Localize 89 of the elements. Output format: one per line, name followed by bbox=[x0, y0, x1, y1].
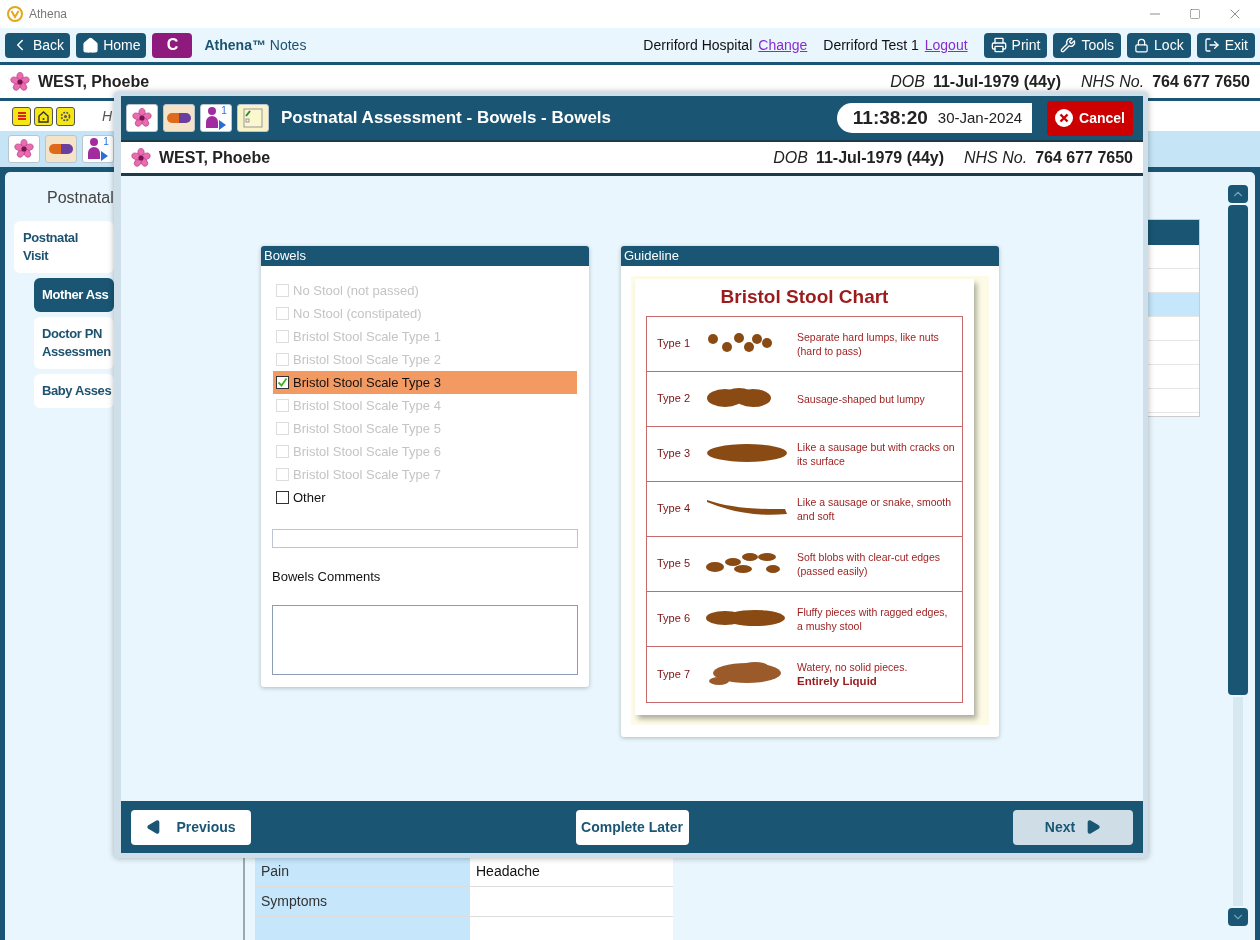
settings-icon[interactable] bbox=[56, 106, 75, 126]
next-button: Next bbox=[1013, 809, 1133, 845]
exit-button[interactable]: Exit bbox=[1196, 32, 1255, 58]
type-description: Soft blobs with clear-cut edges (passed easily) bbox=[797, 549, 941, 578]
module-button[interactable]: C bbox=[152, 32, 193, 58]
comments-label: Bowels Comments bbox=[272, 568, 382, 586]
dob-label: DOB bbox=[890, 71, 925, 92]
lock-button[interactable]: Lock bbox=[1127, 32, 1191, 58]
app-logo-icon bbox=[7, 6, 23, 22]
flower-icon bbox=[10, 71, 30, 92]
type-description: Like a sausage but with cracks on its surface bbox=[797, 439, 955, 468]
previous-button[interactable]: Previous bbox=[131, 809, 251, 845]
current-time: 11:38:20 bbox=[852, 105, 928, 130]
dob-value: 11-Jul-1979 (44y) bbox=[815, 147, 944, 168]
type-description: Sausage-shaped but lumpy bbox=[797, 391, 926, 406]
panel-header: Bowels bbox=[261, 246, 589, 266]
user-name: Derriford Test 1 bbox=[823, 35, 919, 55]
flower-icon bbox=[132, 108, 152, 128]
checkbox[interactable] bbox=[276, 376, 289, 389]
type-description: Like a sausage or snake, smooth and soft bbox=[797, 494, 953, 523]
hospital-name: Derriford Hospital bbox=[643, 35, 753, 55]
checkbox-option[interactable]: Other bbox=[273, 486, 577, 509]
notepad-icon bbox=[242, 107, 264, 129]
print-icon bbox=[990, 37, 1007, 53]
modal-title: Postnatal Assessment - Bowels - Bowels bbox=[281, 107, 612, 130]
scrollbar-thumb[interactable] bbox=[1228, 205, 1248, 695]
type-label: Type 2 bbox=[657, 391, 692, 407]
nhs-value: 764 677 7650 bbox=[1152, 71, 1250, 92]
row-value: Headache bbox=[476, 862, 540, 881]
chart-title: Bristol Stool Chart bbox=[720, 285, 889, 309]
row-label: Pain bbox=[261, 862, 290, 881]
app-name: Athena™ Notes bbox=[204, 35, 307, 55]
scroll-down-button[interactable] bbox=[1228, 908, 1248, 926]
capsule-icon bbox=[166, 112, 192, 124]
type-description: Fluffy pieces with ragged edges, a mushy stool bbox=[797, 604, 949, 633]
type-description: Separate hard lumps, like nuts (hard to pass) bbox=[797, 329, 940, 358]
dob-value: 11-Jul-1979 (44y) bbox=[932, 71, 1061, 92]
type-label: Type 5 bbox=[657, 556, 692, 572]
icon-count-label: 1 bbox=[103, 137, 109, 147]
nhs-label: NHS No. bbox=[964, 147, 1028, 168]
nav-item[interactable]: Mother Ass bbox=[34, 278, 114, 312]
nav-item[interactable]: Postnatal Visit bbox=[14, 221, 114, 273]
tools-button[interactable]: Tools bbox=[1053, 32, 1122, 58]
exit-icon bbox=[1203, 37, 1220, 53]
checkbox[interactable] bbox=[276, 491, 289, 504]
person-arrow-icon bbox=[205, 106, 228, 130]
type-label: Type 6 bbox=[657, 611, 692, 627]
close-icon bbox=[1055, 109, 1074, 127]
alert-icon[interactable] bbox=[12, 106, 31, 126]
complete-later-button[interactable]: Complete Later bbox=[575, 809, 689, 845]
nhs-label: NHS No. bbox=[1081, 71, 1145, 92]
nav-item[interactable]: Doctor PN Assessmen bbox=[34, 317, 114, 369]
change-link[interactable]: Change bbox=[758, 34, 808, 56]
home-button[interactable]: Home bbox=[76, 32, 147, 58]
maximize-icon[interactable] bbox=[1189, 8, 1201, 20]
flower-icon bbox=[14, 139, 34, 159]
scroll-up-button[interactable] bbox=[1228, 185, 1248, 203]
tools-icon bbox=[1060, 37, 1077, 53]
type-description: Watery, no solid pieces. bbox=[797, 660, 909, 674]
back-button[interactable]: Back bbox=[5, 32, 71, 58]
partial-heading: H bbox=[102, 106, 113, 126]
flower-icon bbox=[131, 147, 151, 168]
capsule-icon bbox=[48, 143, 74, 155]
type-label: Type 1 bbox=[657, 336, 692, 352]
type-label: Type 7 bbox=[657, 666, 692, 682]
lock-icon bbox=[1134, 37, 1150, 53]
type-emphasis: Entirely Liquid bbox=[797, 674, 878, 688]
print-button[interactable]: Print bbox=[983, 32, 1048, 58]
section-heading: Postnatal bbox=[47, 188, 115, 208]
checkbox-option[interactable]: Bristol Stool Scale Type 3 bbox=[273, 371, 577, 394]
cancel-button[interactable]: Cancel bbox=[1047, 100, 1133, 136]
right-arrow-icon bbox=[1085, 819, 1102, 835]
icon-count-label: 1 bbox=[221, 106, 227, 116]
comments-field[interactable] bbox=[272, 604, 578, 675]
type-label: Type 3 bbox=[657, 446, 692, 462]
person-arrow-icon bbox=[87, 137, 110, 161]
other-input-field[interactable] bbox=[272, 529, 578, 548]
nav-item[interactable]: Baby Asses bbox=[34, 374, 114, 408]
row-label: Symptoms bbox=[261, 892, 328, 911]
patient-name: WEST, Phoebe bbox=[159, 147, 271, 168]
patient-name: WEST, Phoebe bbox=[38, 71, 150, 92]
dob-label: DOB bbox=[773, 147, 808, 168]
current-date: 30-Jan-2024 bbox=[937, 107, 1023, 128]
logout-link[interactable]: Logout bbox=[924, 34, 968, 56]
panel-header: Guideline bbox=[621, 246, 999, 266]
nhs-value: 764 677 7650 bbox=[1035, 147, 1133, 168]
window-title: Athena bbox=[29, 6, 68, 23]
type-label: Type 4 bbox=[657, 501, 692, 517]
home-icon bbox=[82, 36, 100, 54]
